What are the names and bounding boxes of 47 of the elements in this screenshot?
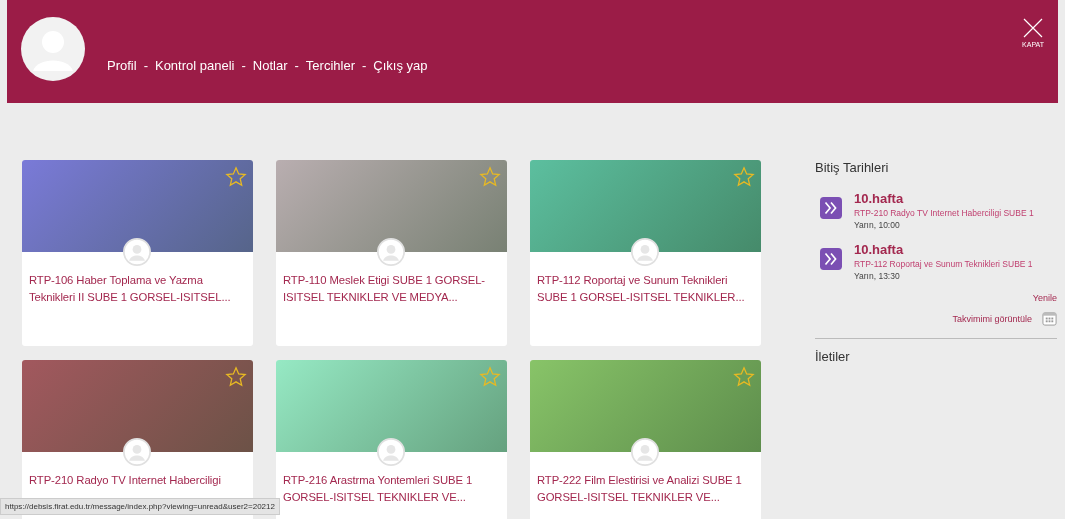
course-card[interactable]: RTP-216 Arastrma Yontemleri SUBE 1 GORSEL-ISITSEL TEKNIKLER VE... <box>276 360 507 519</box>
user-avatar-icon <box>631 438 659 466</box>
star-icon[interactable] <box>733 366 755 388</box>
nav-separator: - <box>241 58 246 73</box>
user-avatar-icon <box>631 238 659 266</box>
calendar-link[interactable]: Takvimimi görüntüle <box>952 313 1032 324</box>
course-title[interactable]: RTP-110 Meslek Etigi SUBE 1 GORSEL-ISITSEL TEKNIKLER VE MEDYA... <box>276 252 507 306</box>
user-avatar-icon <box>123 438 151 466</box>
course-card[interactable]: RTP-110 Meslek Etigi SUBE 1 GORSEL-ISITSEL TEKNIKLER VE MEDYA... <box>276 160 507 346</box>
nav-link[interactable]: Kontrol paneli <box>154 58 235 73</box>
section-title: Bitiş Tarihleri <box>815 160 890 175</box>
star-icon[interactable] <box>479 166 501 188</box>
calendar-icon[interactable] <box>1042 311 1057 326</box>
user-avatar-icon[interactable] <box>21 16 85 81</box>
nav-link[interactable]: Notlar <box>252 58 288 73</box>
close-icon <box>1023 18 1044 38</box>
nav-separator: - <box>143 58 148 73</box>
section-title: İletiler <box>815 349 851 364</box>
chevron-icon <box>820 197 842 219</box>
course-card[interactable]: RTP-112 Roportaj ve Sunum Teknikleri SUBE 1 GORSEL-ISITSEL TEKNIKLER... <box>530 160 761 346</box>
nav-link[interactable]: Profil <box>107 58 137 73</box>
nav-link[interactable]: Çıkış yap <box>373 58 428 73</box>
star-icon[interactable] <box>479 366 501 388</box>
nav-separator: - <box>294 58 299 73</box>
chevron-icon <box>820 248 842 270</box>
star-icon[interactable] <box>733 166 755 188</box>
event-time: Yarın, 10:00 <box>854 220 901 230</box>
star-icon[interactable] <box>225 366 247 388</box>
course-title[interactable]: RTP-222 Film Elestirisi ve Analizi SUBE 1 GORSEL-ISITSEL TEKNIKLER VE... <box>530 452 761 506</box>
refresh-link[interactable]: Yenile <box>815 293 1057 303</box>
event-time: Yarın, 13:30 <box>854 271 901 281</box>
nav-link[interactable]: Tercihler <box>305 58 355 73</box>
user-avatar-icon <box>123 238 151 266</box>
course-link[interactable]: RTP-112 Roportaj ve Sunum Teknikleri SUBE 1 <box>854 259 1033 269</box>
user-avatar-icon <box>377 438 405 466</box>
course-title[interactable]: RTP-210 Radyo TV Internet Haberciligi <box>22 452 253 489</box>
event-link[interactable]: 10.hafta <box>854 242 1033 257</box>
status-url: https://debsis.firat.edu.tr/message/index.php?viewing=unread&user2=20212 <box>0 498 280 515</box>
course-link[interactable]: RTP-210 Radyo TV Internet Haberciligi SUBE 1 <box>854 208 1034 218</box>
star-icon[interactable] <box>225 166 247 188</box>
course-title[interactable]: RTP-106 Haber Toplama ve Yazma Teknikleri II SUBE 1 GORSEL-ISITSEL... <box>22 252 253 306</box>
event-link[interactable]: 10.hafta <box>854 191 1034 206</box>
course-title[interactable]: RTP-112 Roportaj ve Sunum Teknikleri SUBE 1 GORSEL-ISITSEL TEKNIKLER... <box>530 252 761 306</box>
course-card[interactable]: RTP-222 Film Elestirisi ve Analizi SUBE 1 GORSEL-ISITSEL TEKNIKLER VE... <box>530 360 761 519</box>
user-avatar-icon <box>377 238 405 266</box>
nav-separator: - <box>361 58 367 73</box>
course-card[interactable]: RTP-106 Haber Toplama ve Yazma Teknikleri II SUBE 1 GORSEL-ISITSEL... <box>22 160 253 346</box>
